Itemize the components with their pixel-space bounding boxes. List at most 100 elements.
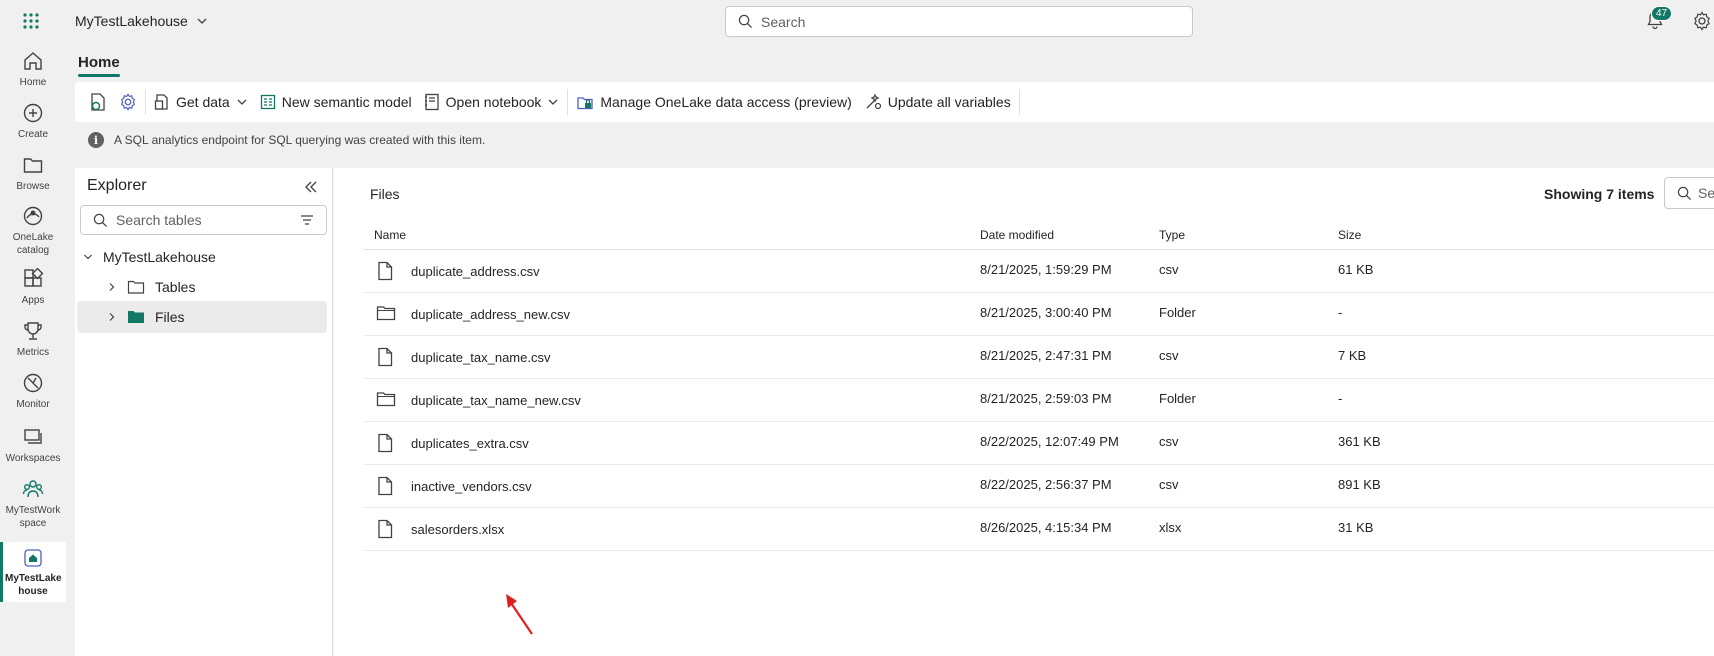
chevron-down-icon [83,252,93,262]
file-name[interactable]: salesorders.xlsx [411,522,504,537]
rail-item-home[interactable]: Home [0,50,66,89]
file-name[interactable]: duplicate_address.csv [411,264,540,279]
rail-item-monitor[interactable]: Monitor [0,372,66,411]
file-size: - [1338,391,1343,406]
search-tables-placeholder: Search tables [116,212,202,228]
file-icon [376,519,394,539]
column-header-type[interactable]: Type [1159,228,1185,242]
open-notebook-label: Open notebook [445,94,542,110]
rail-item-mytestworkspace[interactable]: MyTestWork space [0,478,66,530]
file-size: 891 KB [1338,477,1381,492]
global-search-input[interactable]: Search [725,6,1193,37]
rail-item-apps[interactable]: Apps [0,268,66,307]
file-name[interactable]: duplicate_tax_name_new.csv [411,393,581,408]
table-row[interactable]: duplicate_address_new.csv 8/21/2025, 3:00… [364,293,1714,336]
chevron-right-icon [107,312,117,322]
rail-label: Apps [21,295,45,306]
column-header-size[interactable]: Size [1338,228,1361,242]
table-row[interactable]: salesorders.xlsx 8/26/2025, 4:15:34 PM xls… [364,508,1714,551]
file-name[interactable]: duplicate_address_new.csv [411,307,570,322]
file-date-modified: 8/26/2025, 4:15:34 PM [980,520,1112,535]
tree-item-tables[interactable]: Tables [75,271,333,303]
column-header-date[interactable]: Date modified [980,228,1054,242]
search-placeholder: Search [761,13,806,30]
folder-icon [22,154,44,180]
app-launcher-icon[interactable] [22,12,40,30]
onelake-icon [22,205,44,231]
database-icon [154,93,170,111]
file-type: csv [1159,348,1179,363]
file-type: Folder [1159,391,1196,406]
file-size: 61 KB [1338,262,1374,277]
update-all-variables-button[interactable]: Update all variables [858,87,1017,117]
get-data-button[interactable]: Get data [148,87,254,117]
file-type: csv [1159,434,1179,449]
search-icon [738,14,753,29]
file-name[interactable]: duplicate_tax_name.csv [411,350,550,365]
files-title: Files [370,186,400,202]
rail-item-mytestlakehouse[interactable]: MyTestLake house [0,542,66,602]
file-date-modified: 8/21/2025, 1:59:29 PM [980,262,1112,277]
refresh-button[interactable] [83,87,113,117]
chevron-down-icon [196,15,208,27]
open-notebook-button[interactable]: Open notebook [418,87,566,117]
column-header-name[interactable]: Name [374,228,406,242]
manage-onelake-access-button[interactable]: Manage OneLake data access (preview) [570,87,857,117]
new-semantic-model-label: New semantic model [281,94,412,110]
file-icon [376,261,394,281]
file-date-modified: 8/21/2025, 2:59:03 PM [980,391,1112,406]
workspaces-icon [22,426,44,452]
workspace-people-icon [22,478,44,504]
file-icon [376,476,394,496]
settings-gear-icon[interactable] [1692,11,1712,31]
file-date-modified: 8/21/2025, 2:47:31 PM [980,348,1112,363]
file-name[interactable]: inactive_vendors.csv [411,479,532,494]
folder-filled-icon [127,309,145,325]
info-icon: i [88,132,104,148]
file-search-input[interactable]: Sea [1664,177,1714,209]
info-message-bar: i A SQL analytics endpoint for SQL query… [75,132,485,148]
search-tables-input[interactable]: Search tables [80,205,327,235]
tables-label: Tables [155,279,196,295]
filter-icon[interactable] [300,214,314,226]
variables-wand-icon [864,93,882,111]
file-date-modified: 8/22/2025, 2:56:37 PM [980,477,1112,492]
file-type: Folder [1159,305,1196,320]
item-count: Showing 7 items [1544,186,1655,202]
divider [145,89,146,115]
home-icon [22,50,44,76]
chevron-down-icon [547,96,559,108]
file-date-modified: 8/21/2025, 3:00:40 PM [980,305,1112,320]
rail-item-create[interactable]: Create [0,102,66,141]
file-type: csv [1159,477,1179,492]
workspace-switcher[interactable]: MyTestLakehouse [75,13,208,29]
settings-button[interactable] [113,87,143,117]
notification-count-badge: 47 [1651,6,1673,21]
divider [1018,89,1020,115]
rail-item-onelake-catalog[interactable]: OneLake catalog [0,205,66,257]
top-bar: MyTestLakehouse Search 47 [0,0,1714,42]
gear-icon [119,93,137,111]
rail-item-workspaces[interactable]: Workspaces [0,426,66,465]
table-row[interactable]: duplicate_tax_name.csv 8/21/2025, 2:47:31… [364,336,1714,379]
file-name[interactable]: duplicates_extra.csv [411,436,529,451]
rail-item-browse[interactable]: Browse [0,154,66,193]
file-size: 361 KB [1338,434,1381,449]
tab-home[interactable]: Home [78,54,120,77]
rail-label: Browse [16,181,50,192]
new-semantic-model-button[interactable]: New semantic model [254,87,418,117]
file-icon [376,433,394,453]
collapse-pane-icon[interactable] [304,180,318,194]
table-row[interactable]: duplicates_extra.csv 8/22/2025, 12:07:49 … [364,422,1714,465]
update-all-variables-label: Update all variables [887,94,1011,110]
rail-item-metrics[interactable]: Metrics [0,320,66,359]
table-row[interactable]: duplicate_address.csv 8/21/2025, 1:59:29 … [364,250,1714,293]
rail-label: Home [19,77,47,88]
tree-item-lakehouse[interactable]: MyTestLakehouse [75,241,333,273]
lock-folder-icon [576,93,594,111]
file-size: 7 KB [1338,348,1367,363]
files-pane: Files Showing 7 items Sea Name Date modi… [334,168,1714,656]
table-row[interactable]: inactive_vendors.csv 8/22/2025, 2:56:37 P… [364,465,1714,508]
tree-item-files[interactable]: Files [77,301,327,333]
table-row[interactable]: duplicate_tax_name_new.csv 8/21/2025, 2:5… [364,379,1714,422]
